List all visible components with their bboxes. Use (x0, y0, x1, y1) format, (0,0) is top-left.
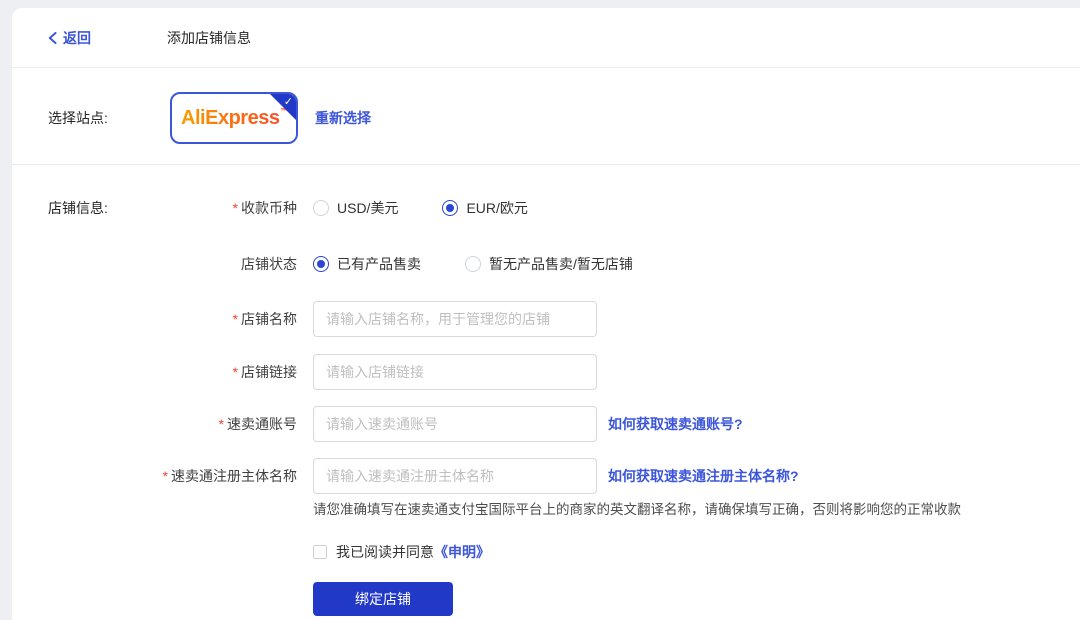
add-store-panel: 返回 添加店铺信息 选择站点: AliExpress™ ✓ 重新选择 店铺信息:… (12, 8, 1080, 620)
store-info-section-label: 店铺信息: (48, 200, 108, 216)
radio-no-products-label: 暂无产品售卖/暂无店铺 (489, 256, 633, 272)
radio-has-products-label: 已有产品售卖 (337, 256, 421, 272)
site-section: 选择站点: AliExpress™ ✓ 重新选择 (12, 68, 1080, 165)
account-help-link[interactable]: 如何获取速卖通账号? (608, 414, 743, 434)
store-info-section: 店铺信息: * 收款币种 USD/美元 EUR/欧元 店铺状态 已有产品售卖 暂… (12, 165, 1080, 616)
radio-usd[interactable]: USD/美元 (313, 198, 398, 218)
check-icon: ✓ (283, 96, 293, 108)
store-name-row: * 店铺名称 (12, 301, 1080, 337)
radio-checked-icon (313, 256, 329, 272)
bind-store-button[interactable]: 绑定店铺 (313, 582, 453, 616)
agreement-text: 我已阅读并同意 (336, 544, 434, 560)
required-mark: * (232, 364, 238, 380)
aliexpress-account-input[interactable] (313, 406, 597, 442)
aliexpress-site-card[interactable]: AliExpress™ ✓ (170, 92, 298, 144)
back-label: 返回 (63, 29, 91, 46)
back-button[interactable]: 返回 (48, 28, 91, 48)
required-mark: * (232, 311, 238, 327)
entity-name-label: * 速卖通注册主体名称 (162, 468, 297, 484)
statement-link[interactable]: 《申明》 (434, 542, 490, 562)
currency-options: USD/美元 EUR/欧元 (313, 198, 528, 218)
status-row: 店铺状态 已有产品售卖 暂无产品售卖/暂无店铺 (12, 246, 1080, 282)
entity-name-input[interactable] (313, 458, 597, 494)
store-name-label: * 店铺名称 (232, 311, 297, 327)
status-label: 店铺状态 (241, 256, 297, 272)
radio-has-products[interactable]: 已有产品售卖 (313, 254, 421, 274)
reselect-link[interactable]: 重新选择 (315, 108, 371, 128)
entity-name-row: *速卖通注册主体名称 如何获取速卖通注册主体名称? (12, 458, 1080, 494)
store-name-input[interactable] (313, 301, 597, 337)
radio-unchecked-icon (313, 200, 329, 216)
header: 返回 添加店铺信息 (12, 8, 1080, 68)
required-mark: * (232, 200, 238, 216)
store-link-label: * 店铺链接 (232, 364, 297, 380)
radio-no-products[interactable]: 暂无产品售卖/暂无店铺 (465, 254, 633, 274)
store-link-input[interactable] (313, 354, 597, 390)
radio-usd-label: USD/美元 (337, 200, 399, 216)
store-link-row: * 店铺链接 (12, 354, 1080, 390)
radio-checked-icon (442, 200, 459, 216)
back-chevron-icon (48, 31, 57, 44)
radio-unchecked-icon (465, 256, 481, 272)
aliexpress-account-row: *速卖通账号 如何获取速卖通账号? (12, 406, 1080, 442)
currency-row: * 收款币种 USD/美元 EUR/欧元 (12, 190, 1080, 226)
site-section-label: 选择站点: (48, 110, 108, 126)
page-title: 添加店铺信息 (167, 29, 251, 46)
required-mark: * (162, 468, 168, 484)
radio-eur-label: EUR/欧元 (466, 200, 528, 216)
entity-help-link[interactable]: 如何获取速卖通注册主体名称? (608, 466, 799, 486)
required-mark: * (218, 416, 224, 432)
aliexpress-account-label: * 速卖通账号 (218, 416, 297, 432)
agreement-row: 我已阅读并同意 《申明》 (313, 542, 1080, 562)
radio-eur[interactable]: EUR/欧元 (442, 198, 528, 218)
status-options: 已有产品售卖 暂无产品售卖/暂无店铺 (313, 254, 633, 274)
agreement-checkbox[interactable] (313, 545, 327, 559)
entity-name-note: 请您准确填写在速卖通支付宝国际平台上的商家的英文翻译名称，请确保填写正确，否则将… (313, 502, 961, 517)
